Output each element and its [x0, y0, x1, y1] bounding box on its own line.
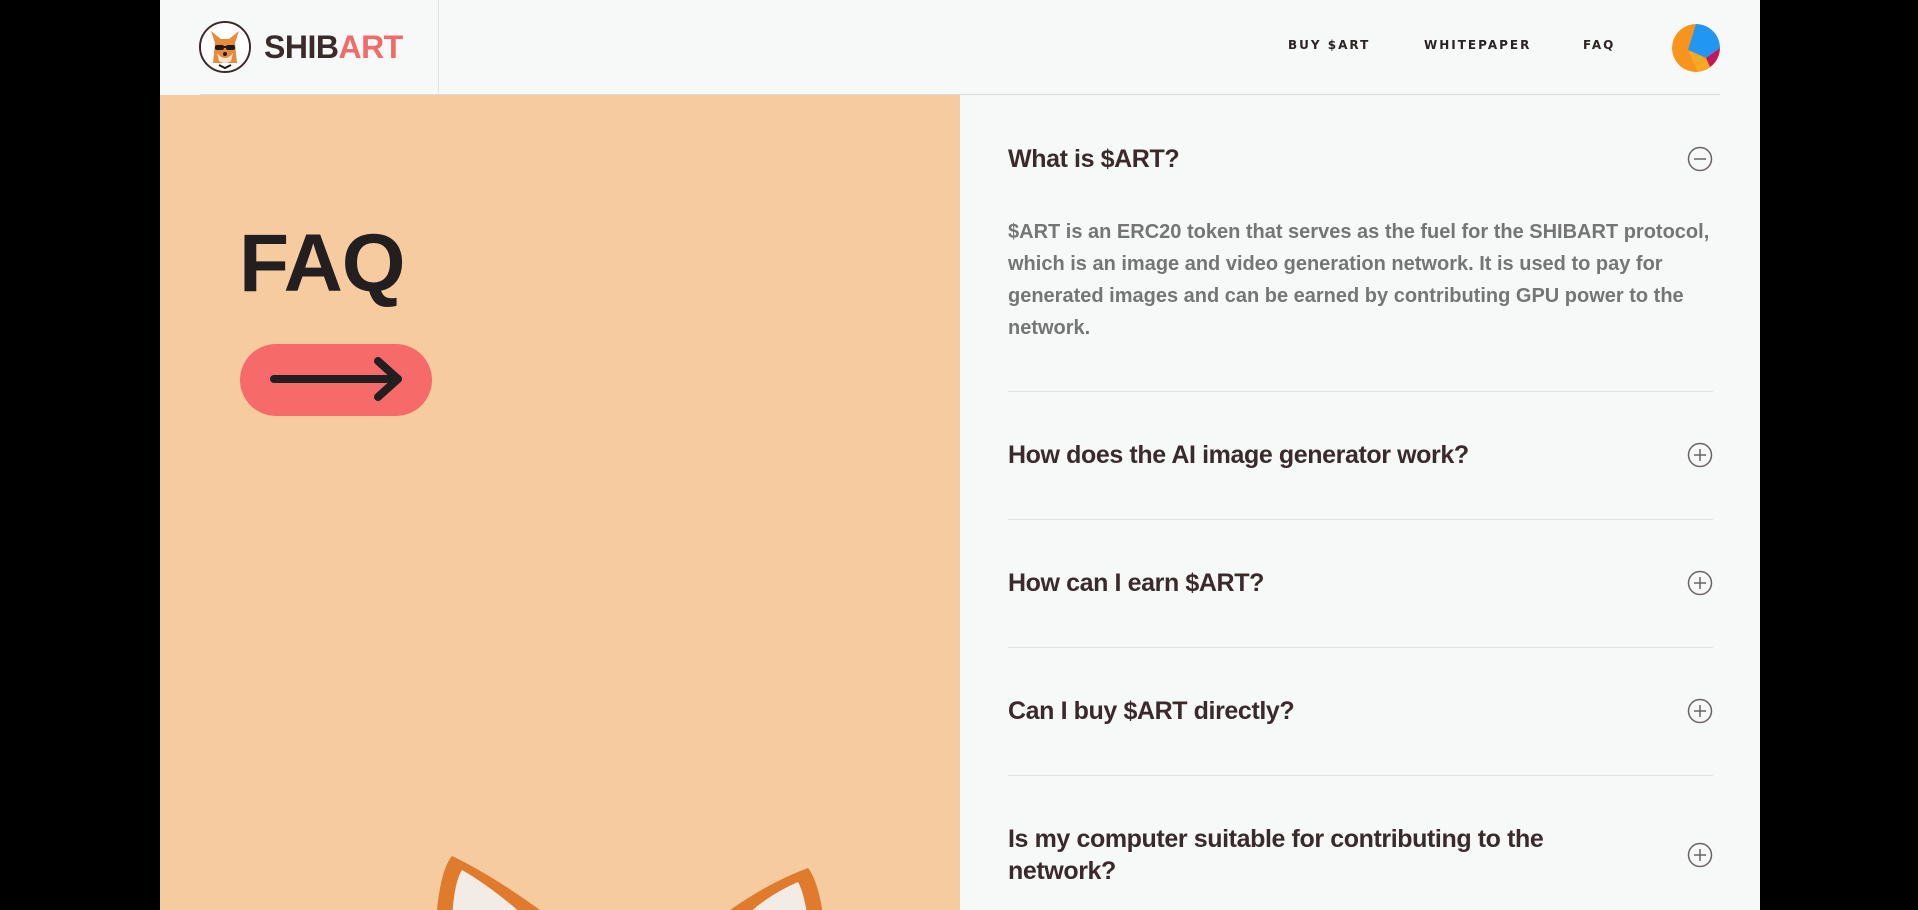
nav-buy-art[interactable]: BUY $ART: [1288, 38, 1370, 52]
logo-text-art: ART: [338, 29, 403, 65]
nav-whitepaper[interactable]: WHITEPAPER: [1424, 38, 1531, 52]
page: SHIBART BUY $ART WHITEPAPER FAQ FAQ What…: [160, 0, 1760, 910]
page-title: FAQ: [239, 218, 406, 309]
faq-question-3[interactable]: How can I earn $ART?: [1008, 567, 1608, 599]
arrow-right-icon: [270, 357, 402, 401]
faq-question-4[interactable]: Can I buy $ART directly?: [1008, 695, 1608, 727]
faq-accordion: What is $ART? $ART is an ERC20 token tha…: [960, 95, 1760, 910]
faq-divider: [1008, 647, 1713, 648]
faq-question-2[interactable]: How does the AI image generator work?: [1008, 439, 1608, 471]
logo-wordmark: SHIBART: [264, 29, 403, 65]
shiba-ears-illustration: [430, 850, 830, 910]
faq-divider: [1008, 391, 1713, 392]
shiba-dog-logo-icon: [199, 21, 251, 73]
faq-answer-1: $ART is an ERC20 token that serves as th…: [1008, 221, 1710, 339]
wallet-avatar-icon[interactable]: [1672, 24, 1720, 72]
logo-text-shib: SHIB: [264, 29, 339, 65]
faq-hero-panel: FAQ: [160, 95, 960, 910]
faq-divider: [1008, 775, 1713, 776]
nav-faq[interactable]: FAQ: [1583, 38, 1615, 52]
site-header: SHIBART BUY $ART WHITEPAPER FAQ: [160, 0, 1760, 94]
logo-link[interactable]: SHIBART: [160, 0, 439, 94]
plus-circle-icon[interactable]: [1687, 442, 1713, 468]
plus-circle-icon[interactable]: [1687, 698, 1713, 724]
plus-circle-icon[interactable]: [1687, 570, 1713, 596]
minus-circle-icon[interactable]: [1687, 146, 1713, 172]
faq-divider: [1008, 519, 1713, 520]
faq-question-1[interactable]: What is $ART?: [1008, 143, 1608, 175]
plus-circle-icon[interactable]: [1687, 842, 1713, 868]
faq-question-5[interactable]: Is my computer suitable for contributing…: [1008, 823, 1568, 887]
arrow-button[interactable]: [240, 344, 432, 416]
